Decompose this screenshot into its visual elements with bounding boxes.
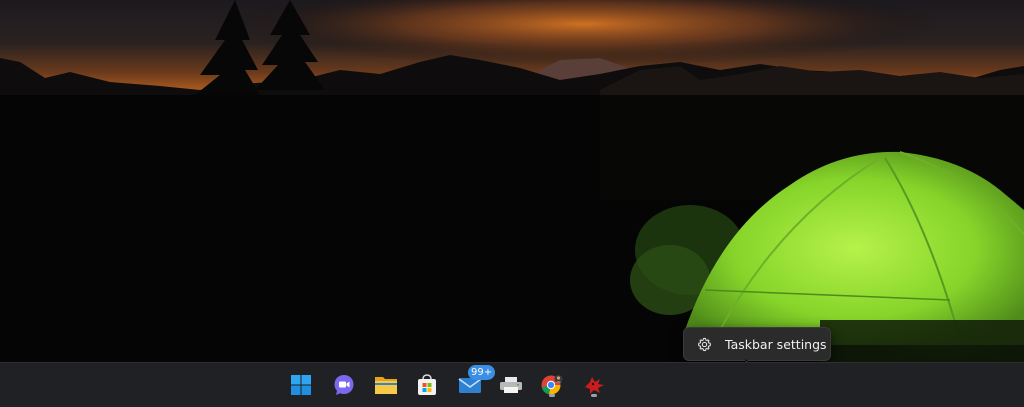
printer-icon xyxy=(500,377,522,393)
file-explorer-button[interactable] xyxy=(372,371,400,399)
red-app-button[interactable] xyxy=(580,371,608,399)
printer-button[interactable] xyxy=(497,371,525,399)
video-chat-icon xyxy=(334,375,354,395)
start-button[interactable] xyxy=(287,371,315,399)
folder-icon xyxy=(375,377,397,394)
taskbar-settings-label: Taskbar settings xyxy=(725,336,827,352)
microsoft-store-button[interactable] xyxy=(413,371,441,399)
desktop-screen: Taskbar settings 99+ xyxy=(0,0,1024,407)
taskbar-settings-menu-item[interactable]: Taskbar settings xyxy=(687,331,827,357)
windows-logo-icon xyxy=(291,375,311,395)
running-indicator xyxy=(549,394,555,397)
store-bag-icon xyxy=(418,374,436,395)
teams-chat-button[interactable] xyxy=(330,371,358,399)
mail-unread-badge: 99+ xyxy=(468,365,496,380)
taskbar-context-menu: Taskbar settings xyxy=(683,327,831,361)
taskbar: 99+ xyxy=(0,362,1024,407)
chrome-button[interactable] xyxy=(538,371,566,399)
running-indicator xyxy=(591,394,597,397)
gear-icon xyxy=(696,336,712,352)
desktop-wallpaper xyxy=(0,0,1024,362)
mail-button[interactable]: 99+ xyxy=(456,365,496,399)
